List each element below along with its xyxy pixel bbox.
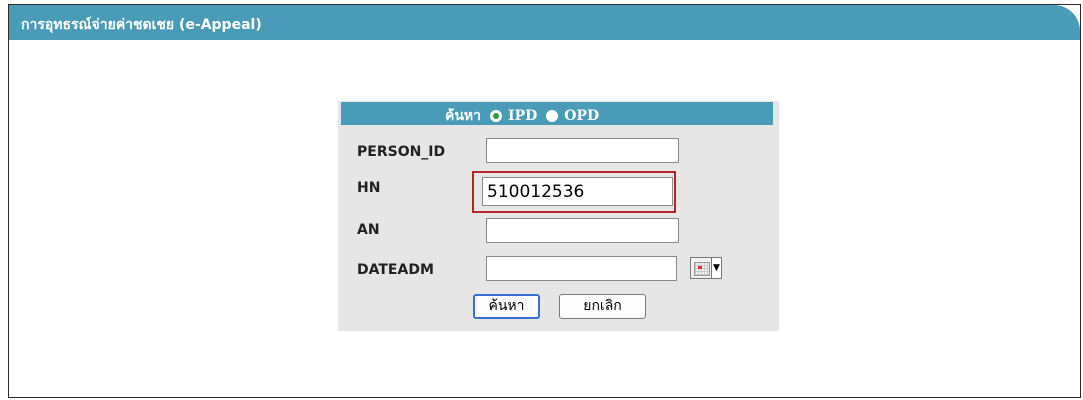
app-window: การอุทธรณ์จ่ายค่าชดเชย (e-Appeal) ค้นหา … — [8, 4, 1081, 398]
radio-ipd-label[interactable]: IPD — [508, 108, 537, 124]
radio-opd-label[interactable]: OPD — [564, 108, 599, 124]
hn-label: HN — [357, 180, 381, 196]
search-panel-header-label: ค้นหา — [445, 108, 482, 124]
an-input[interactable] — [486, 218, 679, 243]
dateadm-label: DATEADM — [357, 262, 434, 278]
an-label: AN — [357, 222, 380, 238]
title-bar: การอุทธรณ์จ่ายค่าชดเชย (e-Appeal) — [9, 5, 1080, 40]
page-title: การอุทธรณ์จ่ายค่าชดเชย (e-Appeal) — [21, 17, 262, 33]
calendar-picker-button[interactable]: ▼ — [690, 257, 722, 279]
dateadm-input[interactable] — [486, 256, 677, 281]
person-id-input[interactable] — [486, 138, 679, 163]
hn-input[interactable] — [482, 177, 673, 206]
calendar-icon[interactable] — [690, 257, 712, 279]
search-panel-header: ค้นหา IPD OPD — [341, 102, 773, 125]
search-panel: ค้นหา IPD OPD PERSON_ID HN AN DATEADM ▼ … — [338, 101, 779, 331]
cancel-button[interactable]: ยกเลิก — [559, 294, 646, 319]
person-id-label: PERSON_ID — [357, 144, 446, 160]
search-button[interactable]: ค้นหา — [473, 294, 540, 319]
radio-opd[interactable] — [546, 110, 559, 122]
chevron-down-icon[interactable]: ▼ — [712, 257, 722, 279]
radio-ipd[interactable] — [490, 110, 503, 122]
